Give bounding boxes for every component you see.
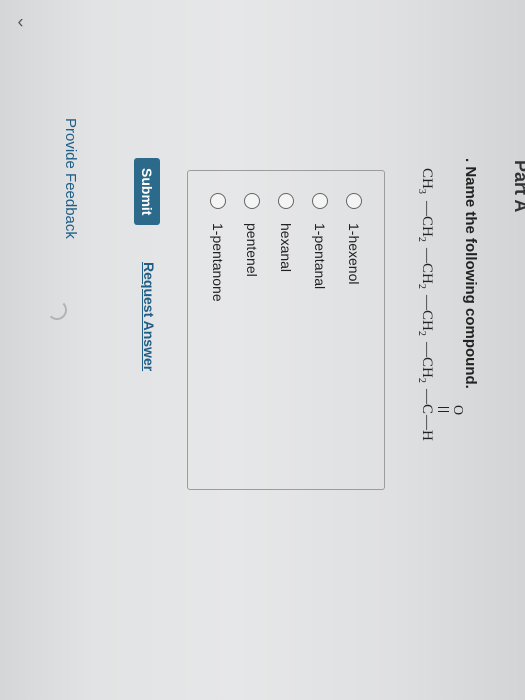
question-panel: Part A › . Name the following compound. … xyxy=(0,0,525,700)
formula-bond: — xyxy=(419,248,435,263)
option-1-pentanal[interactable]: 1-pentanal xyxy=(312,193,328,289)
double-bond-line xyxy=(438,411,449,413)
option-1-pentanone[interactable]: 1-pentanone xyxy=(210,193,226,302)
carbonyl-oxygen: O xyxy=(450,405,465,416)
option-pentenel[interactable]: pentenel xyxy=(244,193,260,277)
formula-atom: CH2 xyxy=(416,310,435,336)
part-title: Part A xyxy=(511,160,525,212)
formula-bond: — xyxy=(419,389,435,404)
loading-cursor-icon xyxy=(47,300,67,320)
request-answer-link[interactable]: Request Answer xyxy=(141,262,157,371)
formula-atom: H xyxy=(419,430,435,441)
chevron-right-icon[interactable]: › xyxy=(18,13,24,34)
formula-atom: CH2 xyxy=(416,357,435,383)
answer-choices: 1-hexenol 1-pentanal hexanal pentenel 1-… xyxy=(187,170,385,490)
option-hexanal[interactable]: hexanal xyxy=(278,193,294,272)
option-1-hexenol[interactable]: 1-hexenol xyxy=(346,193,362,285)
double-bond-line xyxy=(438,407,449,409)
radio-button-icon[interactable] xyxy=(244,193,260,209)
radio-button-icon[interactable] xyxy=(278,193,294,209)
provide-feedback-link[interactable]: Provide Feedback xyxy=(62,118,79,239)
formula-bond: — xyxy=(419,295,435,310)
option-label[interactable]: 1-pentanal xyxy=(312,223,328,289)
formula-bond: — xyxy=(419,201,435,216)
option-label[interactable]: pentenel xyxy=(244,223,260,277)
formula-atom: CH2 xyxy=(416,263,435,289)
option-label[interactable]: 1-pentanone xyxy=(210,223,226,302)
formula-bond: — xyxy=(419,342,435,357)
option-label[interactable]: 1-hexenol xyxy=(346,223,362,285)
option-label[interactable]: hexanal xyxy=(278,223,294,272)
radio-button-icon[interactable] xyxy=(210,193,226,209)
radio-button-icon[interactable] xyxy=(346,193,362,209)
formula-atom: CH3 xyxy=(416,168,435,194)
formula-atom: CH2 xyxy=(416,216,435,242)
radio-button-icon[interactable] xyxy=(312,193,328,209)
formula-atom-carbonyl-c: C xyxy=(419,404,435,415)
submit-button[interactable]: Submit xyxy=(134,158,160,226)
formula-bond: — xyxy=(419,415,435,430)
question-prompt: . Name the following compound. xyxy=(462,158,479,389)
